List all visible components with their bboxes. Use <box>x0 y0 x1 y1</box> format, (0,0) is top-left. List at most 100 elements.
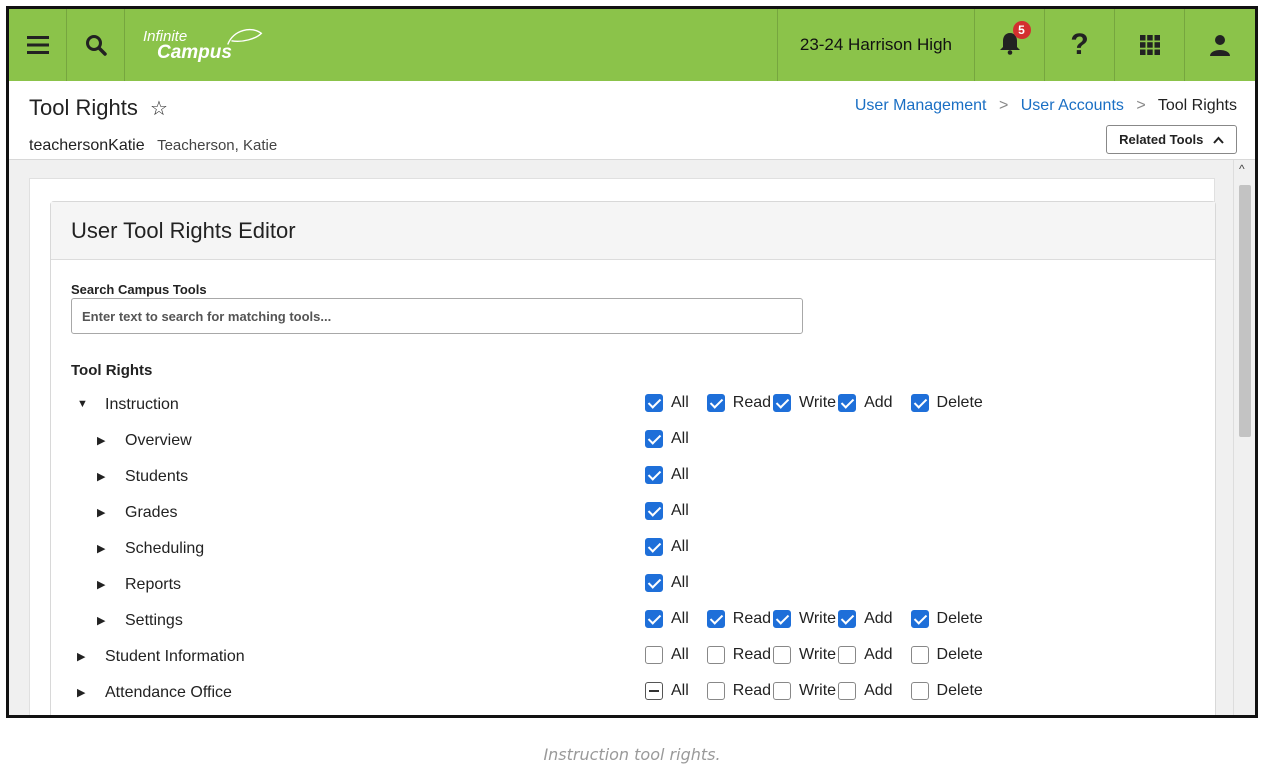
logo-swoosh-icon <box>227 28 263 45</box>
caret-right-icon[interactable]: ▶ <box>77 686 85 699</box>
user-identity: teachersonKatie Teacherson, Katie <box>29 137 277 155</box>
permission-checkboxes: All <box>645 502 707 520</box>
delete-label: Delete <box>936 610 983 627</box>
write-label: Write <box>799 682 837 699</box>
scroll-up-arrow-icon[interactable]: ^ <box>1239 162 1245 176</box>
add-checkbox[interactable] <box>838 646 857 664</box>
tool-row: ▼ Instruction All Read Write Add Delete <box>51 392 1051 422</box>
caret-right-icon[interactable]: ▶ <box>97 614 105 627</box>
username: teachersonKatie <box>29 137 145 154</box>
permission-checkboxes: All <box>645 430 707 448</box>
infinite-campus-logo[interactable]: Infinite Campus <box>125 9 265 81</box>
tool-name: Scheduling <box>125 540 205 557</box>
caret-right-icon[interactable]: ▶ <box>77 650 85 663</box>
tool-row: ▶ Student Information All Read Write Add Delet… <box>51 644 1051 674</box>
delete-checkbox[interactable] <box>910 610 929 628</box>
school-selector[interactable]: 23-24 Harrison High <box>776 9 975 81</box>
read-label: Read <box>732 682 772 699</box>
write-checkbox[interactable] <box>773 646 792 664</box>
all-label: All <box>671 646 689 663</box>
all-checkbox[interactable] <box>645 538 663 556</box>
write-checkbox[interactable] <box>773 394 792 412</box>
caret-right-icon[interactable]: ▶ <box>97 506 105 519</box>
permission-checkboxes: All Read Write Add Delete <box>645 610 1001 628</box>
read-checkbox[interactable] <box>706 394 725 412</box>
caret-right-icon[interactable]: ▶ <box>97 434 105 447</box>
search-button[interactable] <box>67 9 125 81</box>
help-icon: ? <box>1070 28 1089 61</box>
caret-down-icon[interactable]: ▼ <box>77 398 88 410</box>
all-checkbox[interactable] <box>645 466 663 484</box>
all-label: All <box>671 538 689 555</box>
menu-button[interactable] <box>9 9 67 81</box>
write-label: Write <box>799 394 837 411</box>
all-label: All <box>671 466 689 483</box>
all-checkbox[interactable] <box>645 502 663 520</box>
read-checkbox[interactable] <box>706 610 725 628</box>
scrollbar-thumb[interactable] <box>1239 185 1251 437</box>
page-title-text: Tool Rights <box>29 95 138 120</box>
logo-line-2: Campus <box>157 42 232 63</box>
search-icon <box>85 35 107 56</box>
all-checkbox[interactable] <box>645 610 663 628</box>
delete-label: Delete <box>936 682 983 699</box>
search-label: Search Campus Tools <box>71 282 207 297</box>
related-tools-button[interactable]: Related Tools <box>1106 125 1237 154</box>
breadcrumb-separator: > <box>998 97 1009 114</box>
tool-name: Overview <box>125 432 192 449</box>
read-checkbox[interactable] <box>706 646 725 664</box>
help-button[interactable]: ? <box>1045 9 1115 81</box>
top-navigation-bar: Infinite Campus 23-24 Harrison High 5 ? <box>9 9 1255 81</box>
caret-right-icon[interactable]: ▶ <box>97 542 105 555</box>
delete-label: Delete <box>936 394 983 411</box>
search-input[interactable] <box>71 298 803 334</box>
tool-rights-editor: User Tool Rights Editor Search Campus To… <box>50 201 1216 715</box>
add-checkbox[interactable] <box>838 682 857 700</box>
read-label: Read <box>732 394 772 411</box>
app-switcher-button[interactable] <box>1115 9 1185 81</box>
delete-checkbox[interactable] <box>910 646 929 664</box>
caret-right-icon[interactable]: ▶ <box>97 470 105 483</box>
all-checkbox[interactable] <box>645 646 663 664</box>
vertical-scrollbar[interactable]: ^ <box>1233 160 1255 715</box>
all-checkbox[interactable] <box>645 682 663 700</box>
tool-name: Instruction <box>105 396 179 413</box>
chevron-up-icon <box>1213 136 1224 144</box>
write-label: Write <box>799 646 837 663</box>
tool-rights-label: Tool Rights <box>71 362 153 379</box>
all-label: All <box>671 682 689 699</box>
add-checkbox[interactable] <box>838 394 857 412</box>
all-checkbox[interactable] <box>645 394 663 412</box>
app-window: Infinite Campus 23-24 Harrison High 5 ? <box>6 6 1258 718</box>
caret-right-icon[interactable]: ▶ <box>97 578 105 591</box>
delete-checkbox[interactable] <box>910 394 929 412</box>
content-panel: User Tool Rights Editor Search Campus To… <box>29 178 1216 715</box>
add-label: Add <box>864 646 893 663</box>
tool-name: Student Information <box>105 648 245 665</box>
breadcrumb-user-accounts[interactable]: User Accounts <box>1021 97 1124 114</box>
tool-name: Students <box>125 468 189 485</box>
all-label: All <box>671 394 689 411</box>
read-checkbox[interactable] <box>706 682 725 700</box>
all-checkbox[interactable] <box>645 574 663 592</box>
editor-title: User Tool Rights Editor <box>51 202 1215 260</box>
tool-row: ▶ Attendance Office All Read Write Add Delete <box>51 680 1051 710</box>
tool-name: Settings <box>125 612 183 629</box>
add-label: Add <box>864 394 893 411</box>
read-label: Read <box>732 646 772 663</box>
hamburger-menu-icon <box>26 36 49 54</box>
permission-checkboxes: All Read Write Add Delete <box>645 394 1001 412</box>
breadcrumb-user-management[interactable]: User Management <box>855 97 987 114</box>
related-tools-label: Related Tools <box>1119 132 1204 147</box>
all-checkbox[interactable] <box>645 430 663 448</box>
favorite-star-icon[interactable]: ☆ <box>150 98 168 120</box>
permission-checkboxes: All <box>645 538 707 556</box>
user-account-button[interactable] <box>1185 9 1255 81</box>
add-checkbox[interactable] <box>838 610 857 628</box>
delete-checkbox[interactable] <box>910 682 929 700</box>
permission-checkboxes: All <box>645 466 707 484</box>
write-checkbox[interactable] <box>773 610 792 628</box>
notifications-button[interactable]: 5 <box>975 9 1045 81</box>
write-checkbox[interactable] <box>773 682 792 700</box>
permission-checkboxes: All <box>645 574 707 592</box>
